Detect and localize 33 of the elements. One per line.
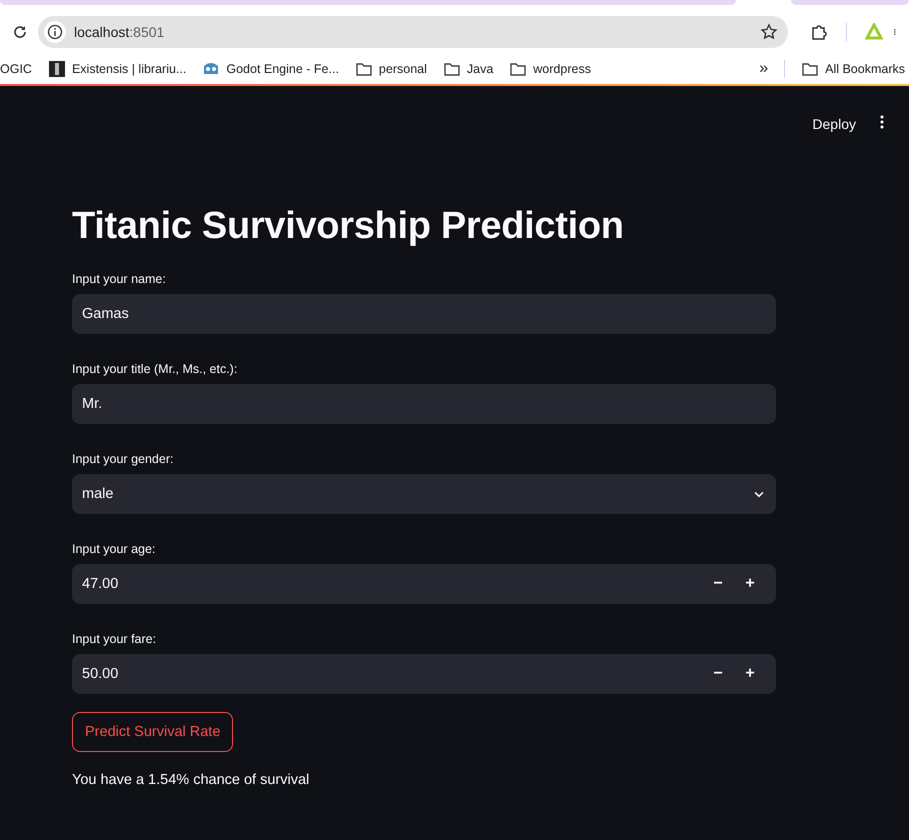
increment-button[interactable]: +: [734, 575, 766, 593]
bookmark-link[interactable]: wordpress: [509, 60, 591, 78]
bookmark-link[interactable]: OGIC: [0, 62, 32, 76]
increment-button[interactable]: +: [734, 665, 766, 683]
all-bookmarks-button[interactable]: All Bookmarks: [801, 60, 905, 78]
puzzle-icon[interactable]: [810, 23, 828, 41]
address-bar[interactable]: localhost:8501: [38, 16, 788, 48]
result-text: You have a 1.54% chance of survival: [72, 772, 310, 788]
deploy-button[interactable]: Deploy: [812, 112, 856, 136]
url-text: localhost:8501: [74, 24, 166, 40]
field-label: Input your age:: [72, 542, 156, 556]
site-icon: [48, 60, 66, 78]
decrement-button[interactable]: −: [702, 665, 734, 683]
field-label: Input your fare:: [72, 632, 158, 646]
number-input[interactable]: 47.00 − +: [72, 564, 776, 604]
field-label: Input your name:: [72, 272, 167, 286]
decrement-button[interactable]: −: [702, 575, 734, 593]
page-title: Titanic Survivorship Prediction: [72, 204, 625, 248]
bookmarks-overflow-button[interactable]: »: [759, 60, 768, 78]
gender-select[interactable]: male: [72, 474, 776, 514]
info-icon[interactable]: [44, 21, 66, 43]
field-label: Input your gender:: [72, 452, 174, 466]
number-input[interactable]: 50.00 − +: [72, 654, 776, 694]
text-input[interactable]: Gamas: [72, 294, 776, 334]
predict-button[interactable]: Predict Survival Rate: [72, 712, 234, 752]
bookmark-link[interactable]: Godot Engine - Fe...: [202, 60, 339, 78]
reload-icon[interactable]: [12, 24, 28, 40]
field-label: Input your title (Mr., Ms., etc.):: [72, 362, 238, 376]
bookmark-link[interactable]: Existensis | librariu...: [48, 60, 186, 78]
bookmark-link[interactable]: Java: [442, 60, 494, 78]
star-icon[interactable]: [760, 23, 778, 41]
bookmark-link[interactable]: personal: [354, 60, 427, 78]
text-input[interactable]: Mr.: [72, 384, 776, 424]
